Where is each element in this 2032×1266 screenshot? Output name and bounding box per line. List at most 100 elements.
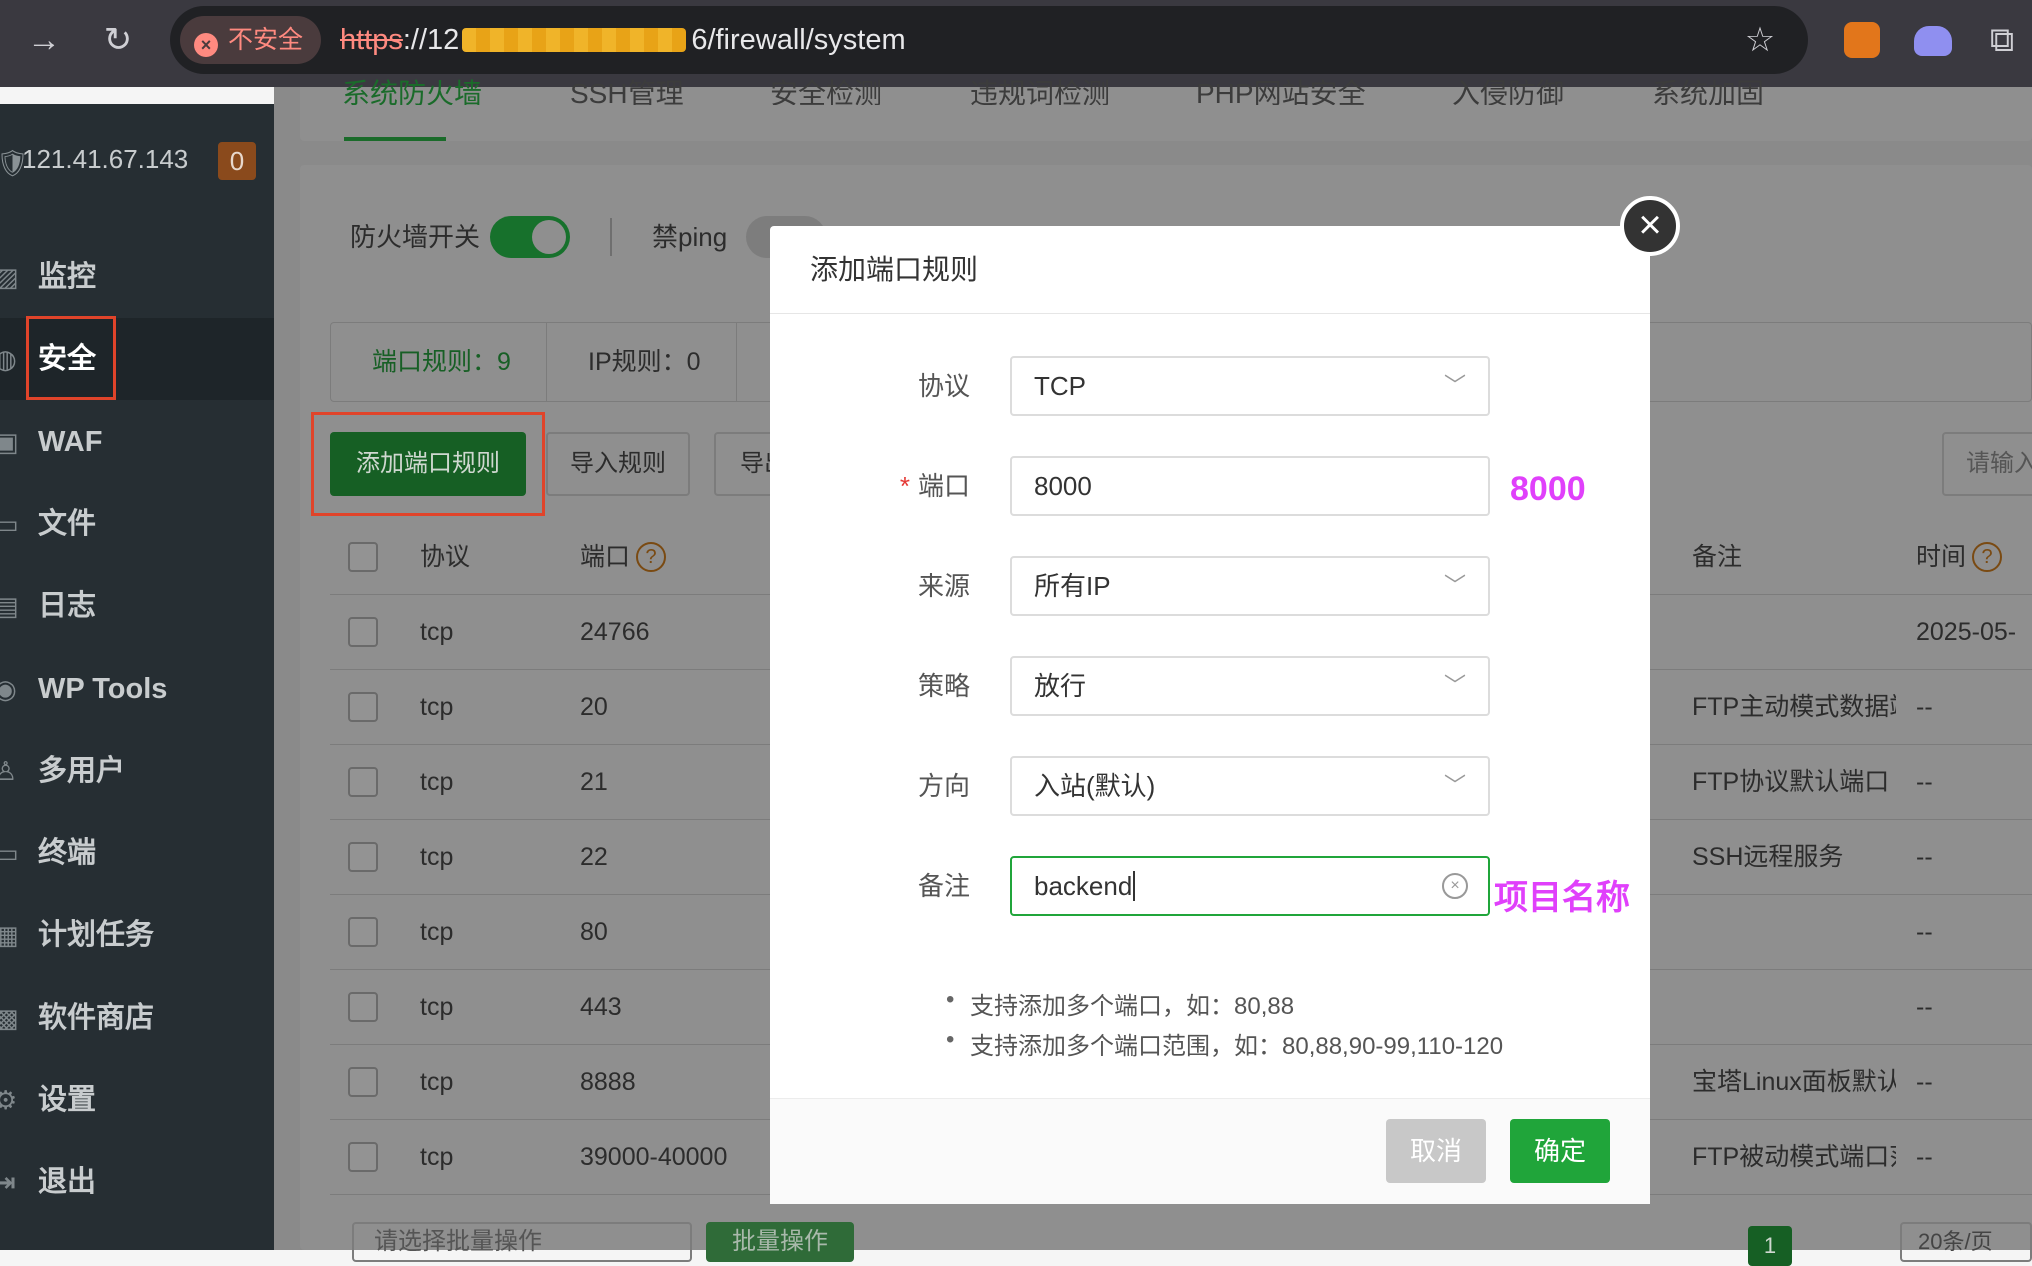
port-input[interactable]: 8000 <box>1010 456 1490 516</box>
browser-toolbar: → ↻ × 不安全 https://12 6/firewall/system ☆ ⧉ <box>0 0 2032 87</box>
protocol-label: 协议 <box>917 371 970 401</box>
log-icon: ▤ <box>0 591 19 622</box>
chevron-down-icon: ﹀ <box>1443 573 1466 598</box>
search-input[interactable]: 请输入 <box>1942 432 2032 496</box>
not-secure-chip[interactable]: × 不安全 <box>180 16 322 64</box>
protocol-select[interactable]: TCP ﹀ <box>1010 356 1490 416</box>
sidebar-item-9[interactable]: ▩ 软件商店 <box>0 977 274 1059</box>
port-annotation: 8000 <box>1510 470 1586 508</box>
server-ip: 121.41.67.143 <box>22 144 189 174</box>
time-cell: -- <box>1916 768 1933 796</box>
remark-cell: SSH远程服务 <box>1692 843 1844 871</box>
row-checkbox[interactable] <box>348 617 378 647</box>
star-icon[interactable]: ☆ <box>1738 20 1782 60</box>
remark-cell: FTP协议默认端口 <box>1692 768 1890 796</box>
port-cell: 24766 <box>580 618 650 646</box>
row-checkbox[interactable] <box>348 917 378 947</box>
import-rules-button[interactable]: 导入规则 <box>546 432 690 496</box>
cancel-button[interactable]: 取消 <box>1386 1119 1486 1183</box>
shield-icon: ◍ <box>0 344 17 375</box>
row-checkbox[interactable] <box>348 842 378 872</box>
ghost-extension-icon[interactable] <box>1914 26 1952 56</box>
sidebar-item-2[interactable]: ▣ WAF <box>0 401 274 483</box>
protocol-cell: tcp <box>420 618 454 646</box>
calendar-icon: ▦ <box>0 920 19 951</box>
sidebar-item-label: 监控 <box>38 261 97 293</box>
extensions-icon[interactable]: ⧉ <box>1980 20 2024 60</box>
sidebar-item-10[interactable]: ⚙ 设置 <box>0 1059 274 1141</box>
row-checkbox[interactable] <box>348 692 378 722</box>
sidebar-item-8[interactable]: ▦ 计划任务 <box>0 894 274 976</box>
fox-extension-icon[interactable] <box>1844 22 1880 58</box>
redacted-url-segment <box>462 28 686 52</box>
port-cell: 21 <box>580 768 608 796</box>
port-cell: 8888 <box>580 1068 636 1096</box>
gear-icon: ⚙ <box>0 1085 18 1115</box>
time-cell: -- <box>1916 693 1933 721</box>
ping-label: 禁ping <box>652 222 728 252</box>
batch-select[interactable]: 请选择批量操作 <box>352 1222 692 1262</box>
help-icon[interactable]: ? <box>1972 542 2002 572</box>
select-all-checkbox[interactable] <box>348 542 378 572</box>
wordpress-icon: ◉ <box>0 673 17 704</box>
page-current[interactable]: 1 <box>1748 1226 1792 1266</box>
port-cell: 443 <box>580 993 622 1021</box>
sidebar: 🛡 121.41.67.143 0 ▨ 监控 ◍ 安全 ▣ WAF ▭ 文件 ▤ 日志 ◉ WP To… <box>0 104 274 1250</box>
sidebar-item-11[interactable]: ⇥ 退出 <box>0 1141 274 1223</box>
text-caret <box>1133 871 1136 901</box>
chevron-down-icon: ﹀ <box>1443 673 1466 698</box>
firewall-toggle[interactable] <box>490 216 570 258</box>
remark-cell: 宝塔Linux面板默认 <box>1692 1068 1896 1096</box>
highlight-security <box>26 316 116 400</box>
logout-icon: ⇥ <box>0 1167 16 1198</box>
dialog-title: 添加端口规则 <box>770 226 1650 314</box>
row-checkbox[interactable] <box>348 1142 378 1172</box>
direction-label: 方向 <box>917 771 970 801</box>
forward-icon[interactable]: → <box>22 20 66 60</box>
sidebar-item-label: 设置 <box>38 1084 97 1116</box>
sidebar-item-4[interactable]: ▤ 日志 <box>0 565 274 647</box>
direction-select[interactable]: 入站(默认) ﹀ <box>1010 756 1490 816</box>
server-header: 🛡 121.41.67.143 0 <box>0 128 274 194</box>
notification-badge[interactable]: 0 <box>218 142 256 180</box>
sidebar-item-label: 多用户 <box>38 754 126 787</box>
remark-input[interactable]: backend × <box>1010 856 1490 916</box>
users-icon: ♙ <box>0 755 18 786</box>
time-cell: 2025-05- <box>1916 618 2017 646</box>
port-cell: 80 <box>580 918 608 946</box>
port-label: * 端口 <box>899 471 970 501</box>
port-rules-tab[interactable]: 端口规则：9 <box>372 347 511 377</box>
sidebar-item-3[interactable]: ▭ 文件 <box>0 483 274 565</box>
reload-icon[interactable]: ↻ <box>96 20 140 60</box>
source-select[interactable]: 所有IP ﹀ <box>1010 556 1490 616</box>
sidebar-item-label: 日志 <box>38 590 97 623</box>
sidebar-item-label: WAF <box>38 425 103 458</box>
sidebar-item-label: WP Tools <box>38 672 168 705</box>
strategy-label: 策略 <box>917 671 970 701</box>
sidebar-item-label: 退出 <box>38 1166 97 1199</box>
sidebar-item-6[interactable]: ♙ 多用户 <box>0 730 274 812</box>
clear-icon[interactable]: × <box>1442 873 1468 899</box>
remark-label: 备注 <box>917 871 970 901</box>
close-icon[interactable]: × <box>1620 196 1680 256</box>
page-size-select[interactable]: 20条/页 <box>1900 1222 2032 1262</box>
row-checkbox[interactable] <box>348 767 378 797</box>
chart-icon: ▨ <box>0 262 19 292</box>
sidebar-item-7[interactable]: ▭ 终端 <box>0 812 274 894</box>
row-checkbox[interactable] <box>348 1067 378 1097</box>
warning-icon: × <box>194 33 218 57</box>
sidebar-item-5[interactable]: ◉ WP Tools <box>0 648 274 730</box>
sidebar-item-0[interactable]: ▨ 监控 <box>0 236 274 318</box>
help-icon[interactable]: ? <box>636 542 666 572</box>
strategy-select[interactable]: 放行 ﹀ <box>1010 656 1490 716</box>
time-cell: -- <box>1916 843 1933 871</box>
sidebar-item-label: 终端 <box>38 837 97 870</box>
time-cell: -- <box>1916 993 1933 1021</box>
protocol-cell: tcp <box>420 843 454 871</box>
protocol-cell: tcp <box>420 768 454 796</box>
sidebar-item-label: 文件 <box>38 507 97 540</box>
row-checkbox[interactable] <box>348 992 378 1022</box>
confirm-button[interactable]: 确定 <box>1510 1119 1610 1183</box>
ip-rules-tab[interactable]: IP规则：0 <box>588 347 701 377</box>
batch-action-button[interactable]: 批量操作 <box>706 1222 854 1262</box>
